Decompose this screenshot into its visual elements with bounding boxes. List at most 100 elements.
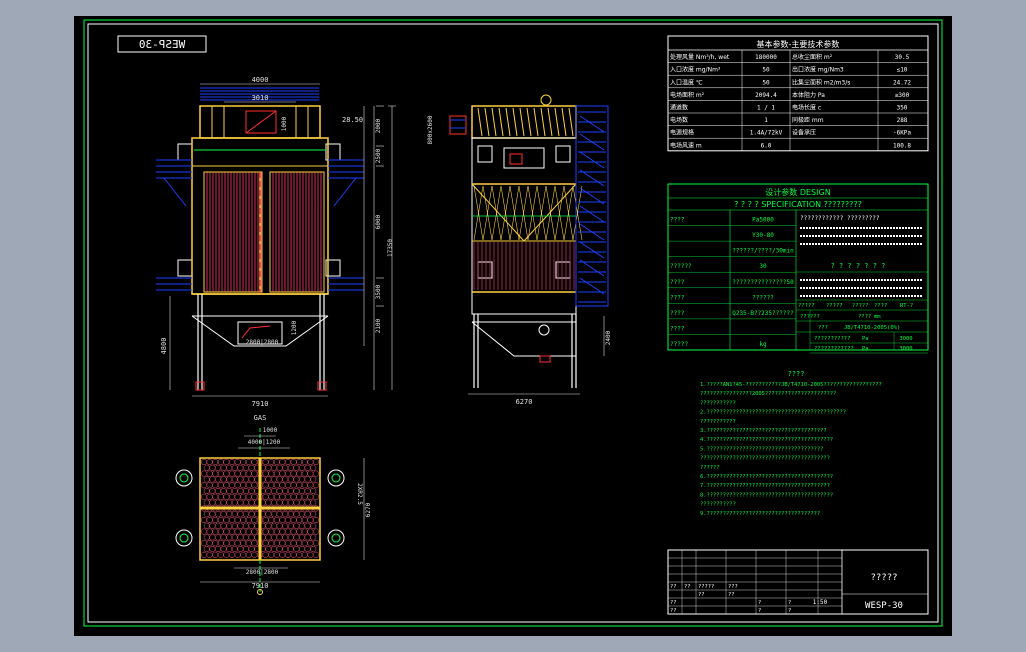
spec-title2: ? ? ? ? SPECIFICATION ????????? [734,200,862,209]
param-label: 电场长度 c [792,104,821,112]
spec-label: ???? [670,310,685,317]
spec-unit-row1: mm [874,314,881,320]
dim-hopper-height: 1200 [291,320,298,335]
spec-label: ???? [670,217,685,224]
spec-value: Y30-80 [752,232,774,239]
notes-line: 8.??????????????????????????????????????… [700,492,833,498]
dim-left-height: 4800 [160,338,168,355]
spec-value: kg [759,341,767,348]
param-label: 处理风量 Nm³/h, wet [670,53,730,61]
param-value: ≤300 [895,92,910,99]
spec-row-unit: Pa [862,336,869,342]
param-label: 出口浓度 mg/Nm3 [792,66,844,74]
param-value: 30.5 [895,54,910,61]
title-cell: ? [788,600,791,606]
dim-right-3: 17350 [387,239,394,257]
drawing-number: WESP-30 [865,601,903,611]
spec-title1: 设计参数 DESIGN [765,187,830,197]
param-label: 入口浓度 mg/Nm³ [670,66,721,74]
spec-row-label: ??????????? [814,336,850,342]
param-value: ≤10 [897,67,908,74]
spec-value: Pa5000 [752,217,774,224]
param-value: 180000 [755,54,777,61]
dim-side-top-left: 800x2600 [427,115,434,144]
param-value: 50 [762,79,770,86]
technical-notes: ???? 1.?????AN1?45-???????????JB/T4710-20… [700,370,882,517]
dim-right-4: 3500 [375,284,382,299]
dim-top-width: 4000 [252,76,269,84]
title-cell: ?? [684,584,691,590]
scale-label: 1:50 [813,599,828,606]
dim-side-bottom: 6270 [516,398,533,406]
spec-row-value: 3000 [899,336,912,342]
title-cell: ????? [698,584,714,590]
param-label: 入口温度 ℃ [670,78,703,86]
spec-label: ???? [670,294,685,301]
param-value: 1 [764,117,768,124]
title-cell: ?? [728,592,735,598]
notes-line: 5.???????????????????????????????????? [700,446,823,452]
spec-table: 设计参数 DESIGN ? ? ? ? SPECIFICATION ???????… [667,183,929,354]
notes-line: ??????????? [700,502,736,508]
dim-right-0: 2000 [375,118,382,133]
plan-dim-total: 7910 [252,582,269,590]
param-value: 288 [897,117,908,124]
dim-hopper: 2800|2800 [246,339,279,346]
param-label: 通道数 [670,104,688,112]
title-cell: ??? [728,584,738,590]
notes-line: ???????????????????????????????????????? [700,456,830,462]
param-value: 6.0 [761,142,772,149]
drawing-label: WESP-30 [139,38,185,51]
notes-line: 3.????????????????????????????????????? [700,428,827,434]
spec-side-mark: ??? [818,325,828,331]
spec-sub-label: ???? [874,303,887,309]
spec-sub-label: ????? [852,303,869,309]
dim-total-width: 7910 [252,400,269,408]
plan-dim-split: 4000|1200 [248,439,281,446]
param-value: 24.72 [893,79,911,86]
spec-sub-label: ????? [826,303,843,309]
front-view: 4000 3010 28.50 7910 2800|2800 4800 1200… [156,76,396,408]
param-label: 电源规格 [670,129,694,137]
spec-label: ?????? [670,263,692,270]
notes-line: 6.??????????????????????????????????????… [700,474,833,480]
notes-line: ????????????????2005????????????????????… [700,391,836,397]
spec-right-line2: ? ? ? ? ? ? ? [831,262,886,270]
plan-dim-top: 1000 [263,427,278,434]
param-label: 比集尘面积 m2/m3/s [792,78,850,86]
notes-line: 4.??????????????????????????????????????… [700,437,833,443]
param-label: 电场数 [670,116,688,124]
spec-value: Q235-B??235?????? [732,310,794,317]
params-header: 基本参数-主要技术参数 [757,39,840,49]
param-value: -6KPa [893,130,911,137]
spec-label: ???? [670,325,685,332]
dim-side-right: 2400 [605,330,612,345]
spec-code: JB/T4710-2005(0%) [844,325,900,331]
plan-dim-height: 6270 [365,502,372,517]
title-block: ??????????????????????? ?1:50?????WESP-30 [667,549,929,615]
spec-row-value: 3000 [899,346,912,352]
notes-line: ??????????? [700,419,736,425]
dim-right-5: 2100 [375,318,382,333]
spec-value: ???????????????50 [732,279,794,286]
side-view: 6270 800x2600 2400 [427,94,612,406]
param-label: 电场面积 m² [670,91,705,99]
title-cell: ? [758,600,761,606]
title-cell: ?? [670,600,677,606]
notes-line: 9.??????????????????????????????????? [700,511,820,517]
param-label: 同极距 mm [792,116,824,124]
spec-sub-label: RT-? [900,303,913,309]
param-value: 50 [762,67,770,74]
spec-right-line1: ???????????? ????????? [800,215,880,222]
spec-label: ????? [670,341,688,348]
plan-dim-lower-split: 2800|2800 [246,569,279,576]
dim-right-1: 2500 [375,148,382,163]
plan-gas-label: GAS [254,414,267,422]
spec-value: 30 [759,263,767,270]
param-label: 本体阻力 Pa [792,91,825,99]
plan-view: GAS 1000 4000|1200 2XR2.5 6270 2800|2800… [175,414,372,595]
notes-line: 2.??????????????????????????????????????… [700,410,846,416]
drawing-canvas: WESP-30 4000 3010 28.50 7910 2800|2800 4… [74,16,952,636]
spec-sub-label: ????? [798,303,815,309]
param-label: 设备承压 [792,129,816,137]
